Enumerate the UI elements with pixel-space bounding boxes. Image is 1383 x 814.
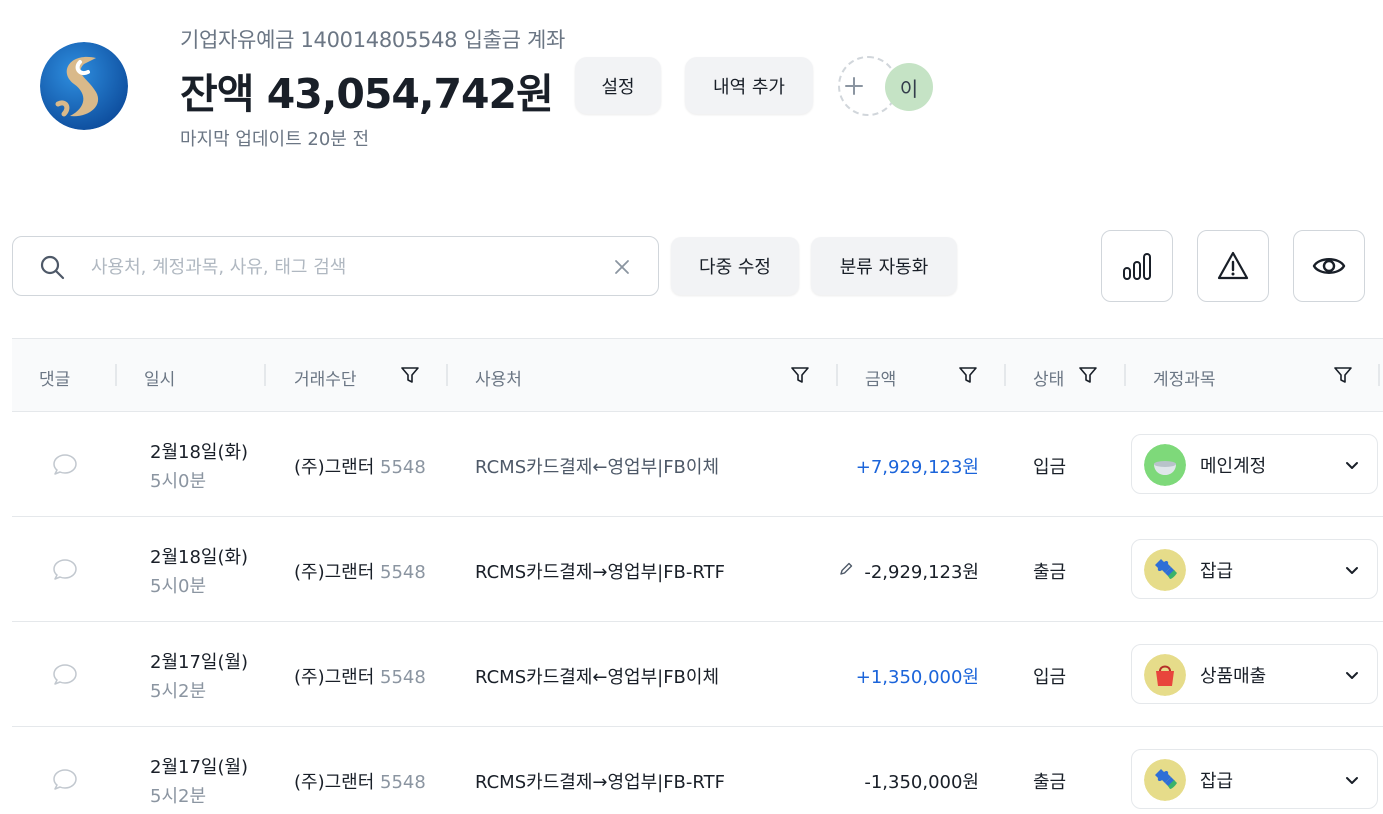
eye-icon bbox=[1312, 258, 1346, 274]
payment-method: (주)그랜터 5548 bbox=[294, 453, 426, 479]
amount: +1,350,000원 bbox=[855, 667, 979, 688]
search-box[interactable] bbox=[12, 236, 659, 296]
chevron-down-icon bbox=[1346, 567, 1358, 574]
last-updated: 마지막 업데이트 20분 전 bbox=[180, 129, 370, 150]
method-name: (주)그랜터 bbox=[294, 457, 375, 478]
bowl-icon bbox=[1144, 444, 1186, 486]
table-row[interactable]: 2월17일(월) 5시2분 (주)그랜터 5548 RCMS카드결제←영업부|F… bbox=[12, 622, 1383, 727]
transaction-time: 5시0분 bbox=[150, 471, 207, 492]
chevron-down-icon bbox=[1346, 777, 1358, 784]
warning-icon bbox=[1217, 251, 1249, 280]
bank-logo bbox=[40, 42, 128, 130]
transaction-date: 2월18일(화) bbox=[150, 442, 249, 463]
account-label: 잡급 bbox=[1200, 561, 1234, 582]
view-toggle-button[interactable] bbox=[1293, 230, 1365, 302]
merchant: RCMS카드결제←영업부|FB이체 bbox=[475, 457, 720, 478]
amount: -1,350,000원 bbox=[864, 772, 979, 793]
column-header-datetime[interactable]: 일시 bbox=[144, 365, 175, 390]
auto-classify-button[interactable]: 분류 자동화 bbox=[811, 237, 957, 295]
column-divider[interactable] bbox=[264, 364, 266, 386]
transaction-time: 5시0분 bbox=[150, 576, 207, 597]
add-history-button[interactable]: 내역 추가 bbox=[685, 57, 813, 114]
column-divider[interactable] bbox=[115, 364, 117, 386]
account-name: 기업자유예금 140014805548 입출금 계좌 bbox=[180, 28, 566, 52]
account-select[interactable]: 메인계정 bbox=[1131, 434, 1378, 494]
puzzle-icon bbox=[1144, 759, 1186, 801]
method-number: 5548 bbox=[380, 772, 426, 793]
transaction-time: 5시2분 bbox=[150, 786, 207, 807]
search-input[interactable] bbox=[91, 251, 591, 283]
comment-icon[interactable] bbox=[52, 767, 78, 793]
method-name: (주)그랜터 bbox=[294, 667, 375, 688]
avatar[interactable]: 이 bbox=[885, 63, 933, 111]
column-divider[interactable] bbox=[1124, 364, 1126, 386]
search-icon bbox=[40, 255, 65, 280]
account-label: 메인계정 bbox=[1200, 456, 1267, 477]
column-header-status[interactable]: 상태 bbox=[1033, 365, 1064, 390]
status: 입금 bbox=[1033, 667, 1067, 688]
payment-method: (주)그랜터 5548 bbox=[294, 768, 426, 794]
column-divider[interactable] bbox=[1004, 364, 1006, 386]
column-header-account[interactable]: 계정과목 bbox=[1153, 365, 1216, 390]
table-row[interactable]: 2월17일(월) 5시2분 (주)그랜터 5548 RCMS카드결제→영업부|F… bbox=[12, 727, 1383, 814]
multi-edit-button[interactable]: 다중 수정 bbox=[671, 237, 799, 295]
merchant: RCMS카드결제→영업부|FB-RTF bbox=[475, 772, 725, 793]
method-number: 5548 bbox=[380, 457, 426, 478]
stats-button[interactable] bbox=[1101, 230, 1173, 302]
column-header-method[interactable]: 거래수단 bbox=[294, 365, 357, 390]
balance: 잔액 43,054,742원 bbox=[180, 70, 554, 118]
account-select[interactable]: 잡급 bbox=[1131, 539, 1378, 599]
merchant: RCMS카드결제→영업부|FB-RTF bbox=[475, 562, 725, 583]
method-name: (주)그랜터 bbox=[294, 562, 375, 583]
column-header-amount[interactable]: 금액 bbox=[865, 365, 896, 390]
close-icon[interactable] bbox=[611, 256, 633, 278]
account-label: 상품매출 bbox=[1200, 666, 1267, 687]
filter-icon[interactable] bbox=[1078, 365, 1098, 385]
method-number: 5548 bbox=[380, 667, 426, 688]
filter-icon[interactable] bbox=[790, 365, 810, 385]
status: 출금 bbox=[1033, 772, 1067, 793]
column-divider[interactable] bbox=[836, 364, 838, 386]
chevron-down-icon bbox=[1346, 462, 1358, 469]
comment-icon[interactable] bbox=[52, 452, 78, 478]
column-header-merchant[interactable]: 사용처 bbox=[475, 365, 522, 390]
puzzle-icon bbox=[1144, 549, 1186, 591]
account-label: 잡급 bbox=[1200, 771, 1234, 792]
account-select[interactable]: 잡급 bbox=[1131, 749, 1378, 809]
settings-button[interactable]: 설정 bbox=[575, 57, 661, 114]
table-row[interactable]: 2월18일(화) 5시0분 (주)그랜터 5548 RCMS카드결제→영업부|F… bbox=[12, 517, 1383, 622]
alert-button[interactable] bbox=[1197, 230, 1269, 302]
payment-method: (주)그랜터 5548 bbox=[294, 663, 426, 689]
column-divider[interactable] bbox=[446, 364, 448, 386]
shopping-bag-icon bbox=[1144, 654, 1186, 696]
comment-icon[interactable] bbox=[52, 557, 78, 583]
method-number: 5548 bbox=[380, 562, 426, 583]
filter-icon[interactable] bbox=[1333, 365, 1353, 385]
amount: -2,929,123원 bbox=[864, 562, 979, 583]
status: 입금 bbox=[1033, 457, 1067, 478]
method-name: (주)그랜터 bbox=[294, 772, 375, 793]
transaction-time: 5시2분 bbox=[150, 681, 207, 702]
filter-icon[interactable] bbox=[958, 365, 978, 385]
status: 출금 bbox=[1033, 562, 1067, 583]
table-row[interactable]: 2월18일(화) 5시0분 (주)그랜터 5548 RCMS카드결제←영업부|F… bbox=[12, 412, 1383, 517]
filter-icon[interactable] bbox=[400, 365, 420, 385]
column-header-comment: 댓글 bbox=[39, 370, 71, 390]
transaction-date: 2월18일(화) bbox=[150, 547, 249, 568]
merchant: RCMS카드결제←영업부|FB이체 bbox=[475, 667, 720, 688]
transaction-date: 2월17일(월) bbox=[150, 652, 249, 673]
payment-method: (주)그랜터 5548 bbox=[294, 558, 426, 584]
chevron-down-icon bbox=[1346, 672, 1358, 679]
bar-chart-icon bbox=[1123, 253, 1151, 280]
pencil-icon[interactable] bbox=[838, 561, 854, 577]
table-header: 댓글 일시 거래수단 사용처 금액 상태 계정과목 bbox=[12, 338, 1383, 412]
comment-icon[interactable] bbox=[52, 662, 78, 688]
account-select[interactable]: 상품매출 bbox=[1131, 644, 1378, 704]
column-divider[interactable] bbox=[1378, 364, 1380, 386]
transaction-date: 2월17일(월) bbox=[150, 757, 249, 778]
plus-icon bbox=[845, 77, 863, 95]
amount: +7,929,123원 bbox=[855, 457, 979, 478]
